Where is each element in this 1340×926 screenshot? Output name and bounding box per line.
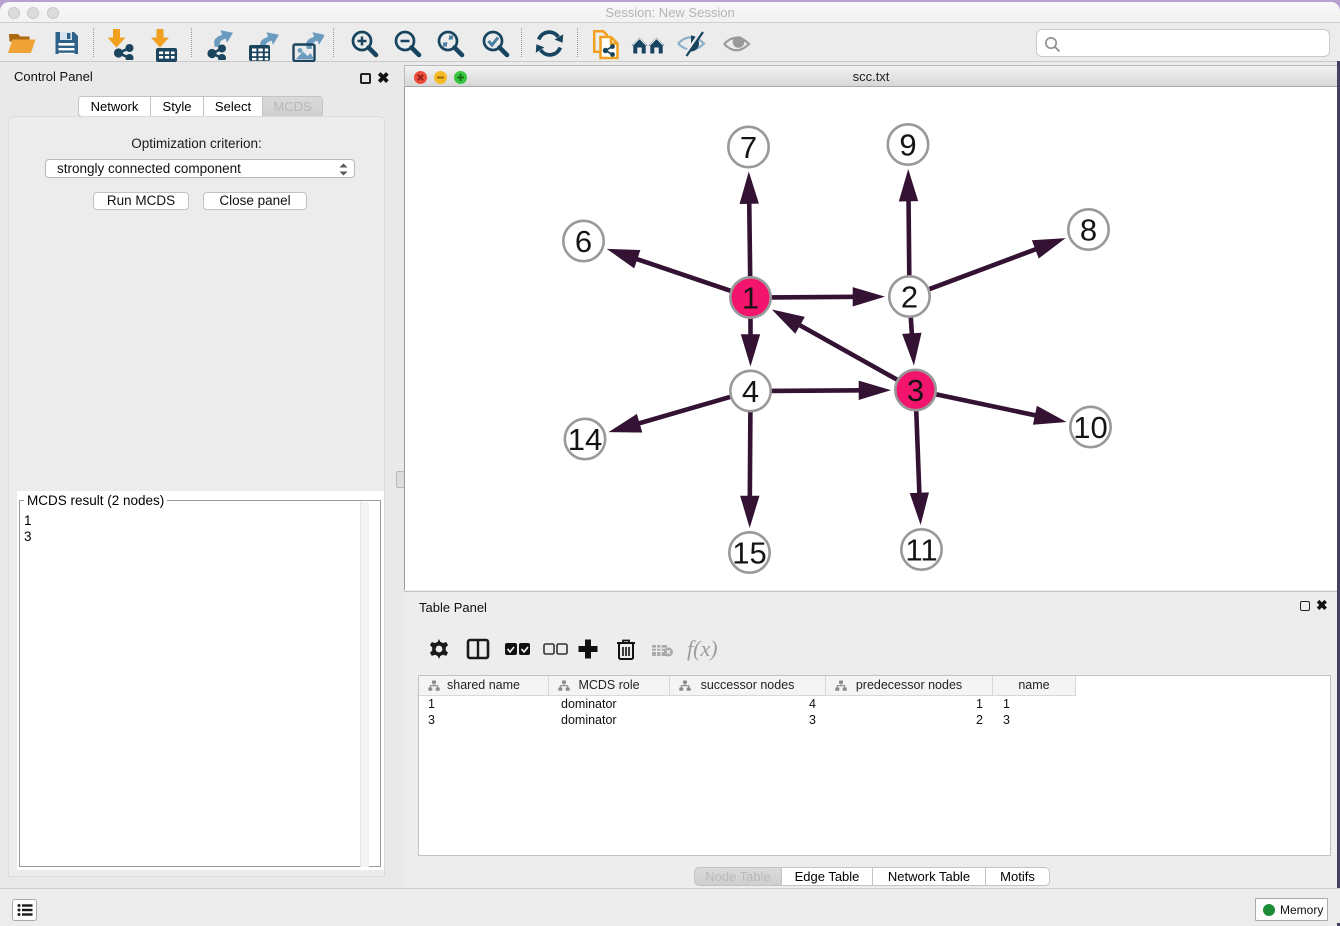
svg-text:2: 2 <box>901 280 918 315</box>
svg-text:4: 4 <box>742 374 759 409</box>
svg-text:3: 3 <box>907 373 924 408</box>
svg-text:1: 1 <box>742 281 759 316</box>
svg-text:15: 15 <box>732 536 766 571</box>
svg-text:6: 6 <box>575 224 592 259</box>
svg-text:14: 14 <box>568 422 602 457</box>
svg-text:8: 8 <box>1080 213 1097 248</box>
svg-text:10: 10 <box>1073 410 1107 445</box>
svg-text:7: 7 <box>740 130 757 165</box>
svg-text:11: 11 <box>905 533 937 568</box>
svg-text:9: 9 <box>899 128 916 163</box>
